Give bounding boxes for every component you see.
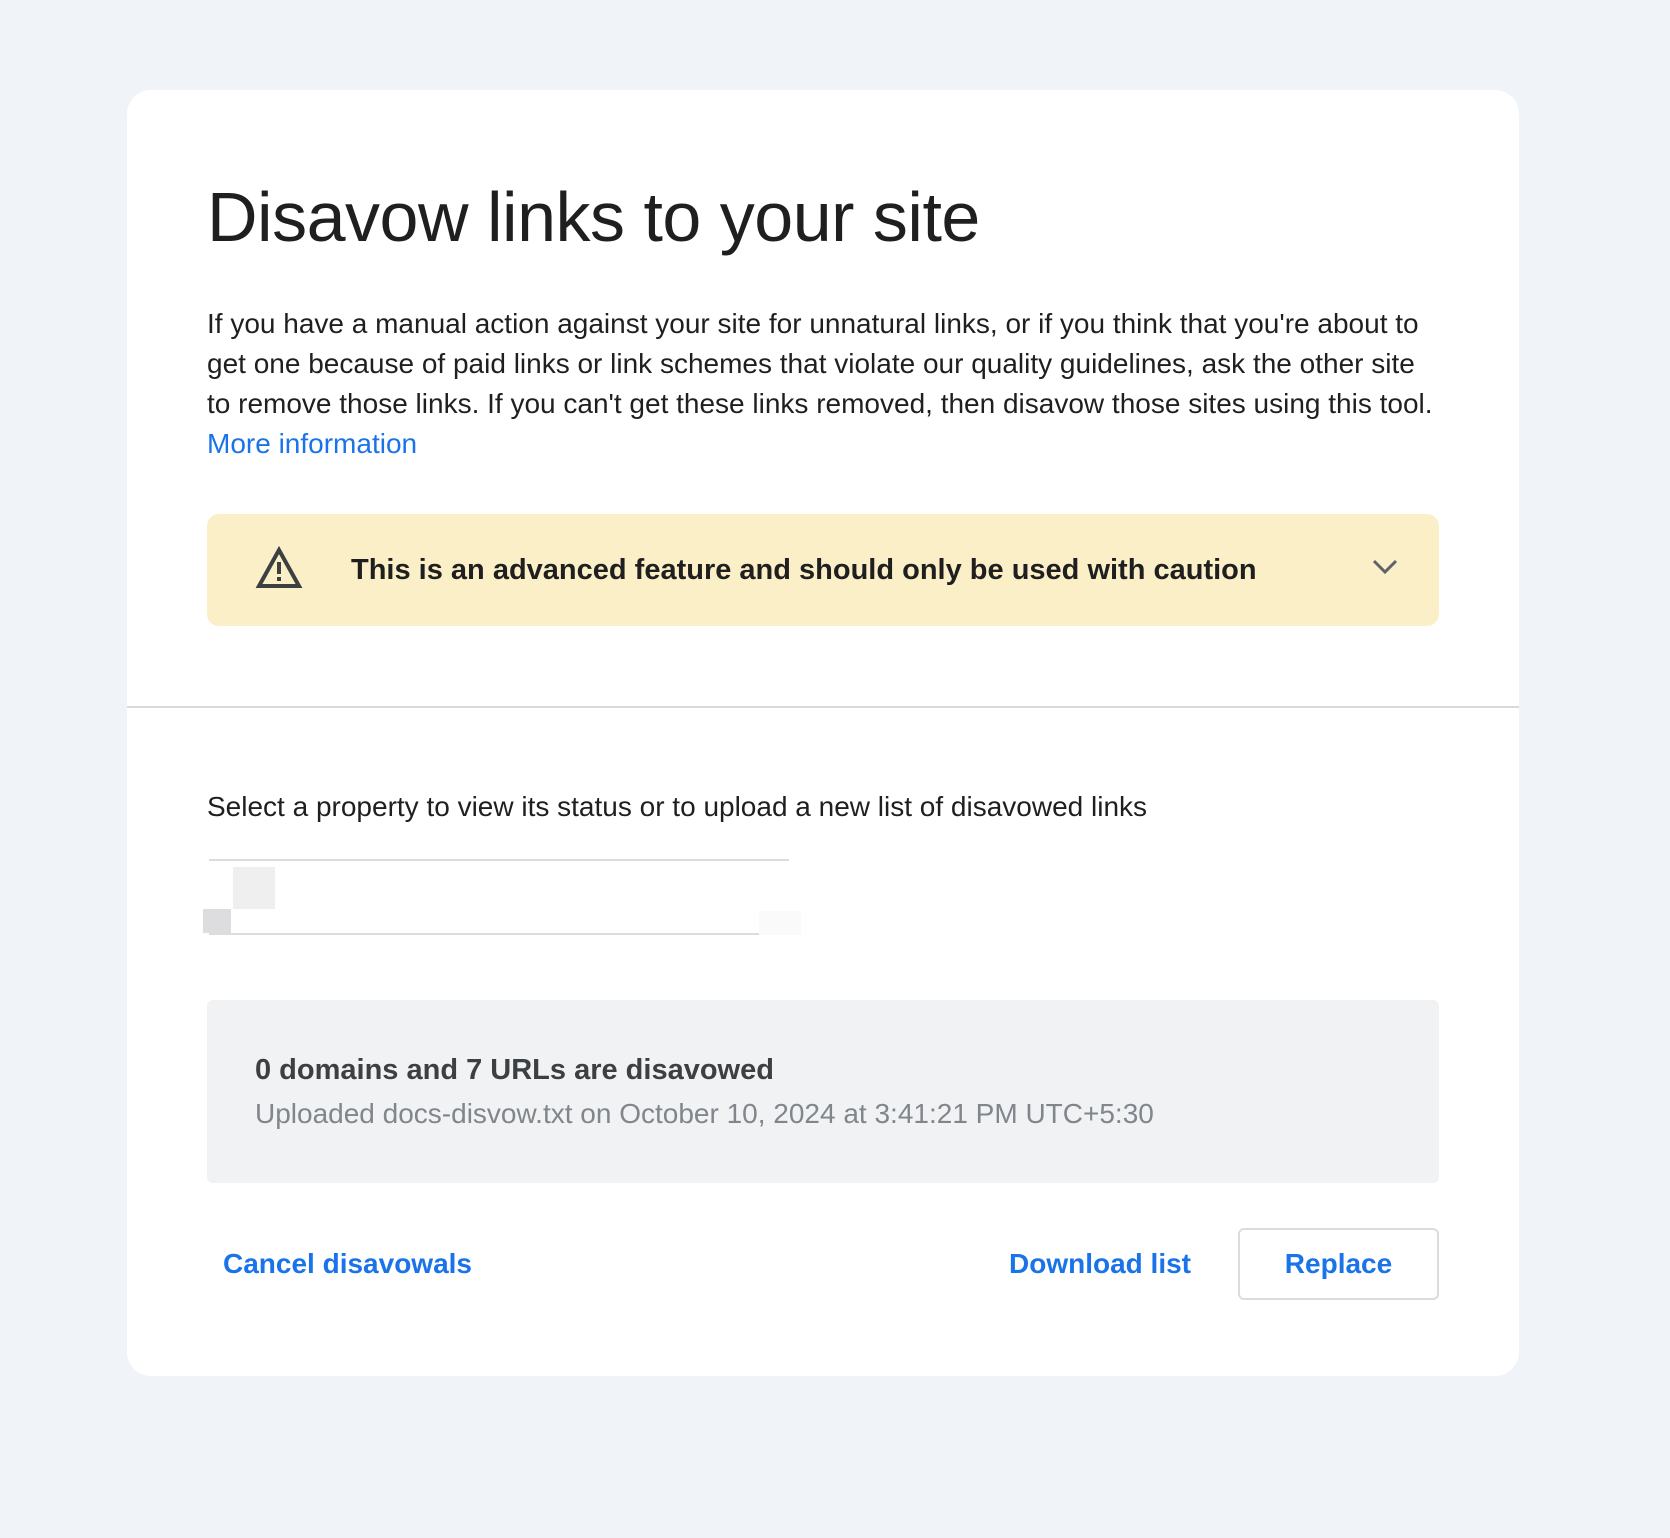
- redacted-area: [759, 911, 801, 935]
- caution-text: This is an advanced feature and should o…: [351, 554, 1257, 586]
- section-divider: [127, 706, 1519, 708]
- disavow-status-summary: 0 domains and 7 URLs are disavowed: [255, 1054, 774, 1086]
- property-dropdown[interactable]: [203, 859, 801, 935]
- download-list-button[interactable]: Download list: [1009, 1244, 1191, 1284]
- disavow-card: Disavow links to your site If you have a…: [127, 90, 1519, 1376]
- intro-paragraph: If you have a manual action against your…: [207, 304, 1437, 464]
- more-information-link[interactable]: More information: [207, 428, 417, 459]
- redacted-area: [233, 867, 275, 909]
- warning-triangle-icon: [255, 545, 303, 590]
- page-title: Disavow links to your site: [207, 178, 980, 256]
- disavow-status-panel: 0 domains and 7 URLs are disavowed Uploa…: [207, 1000, 1439, 1183]
- caution-banner[interactable]: This is an advanced feature and should o…: [207, 514, 1439, 626]
- redacted-area: [203, 909, 231, 933]
- chevron-down-icon[interactable]: [1371, 558, 1399, 576]
- cancel-disavowals-button[interactable]: Cancel disavowals: [223, 1244, 472, 1284]
- upload-details: Uploaded docs-disvow.txt on October 10, …: [255, 1098, 1154, 1129]
- replace-button[interactable]: Replace: [1238, 1228, 1439, 1300]
- intro-text: If you have a manual action against your…: [207, 308, 1433, 419]
- property-select-label: Select a property to view its status or …: [207, 791, 1148, 822]
